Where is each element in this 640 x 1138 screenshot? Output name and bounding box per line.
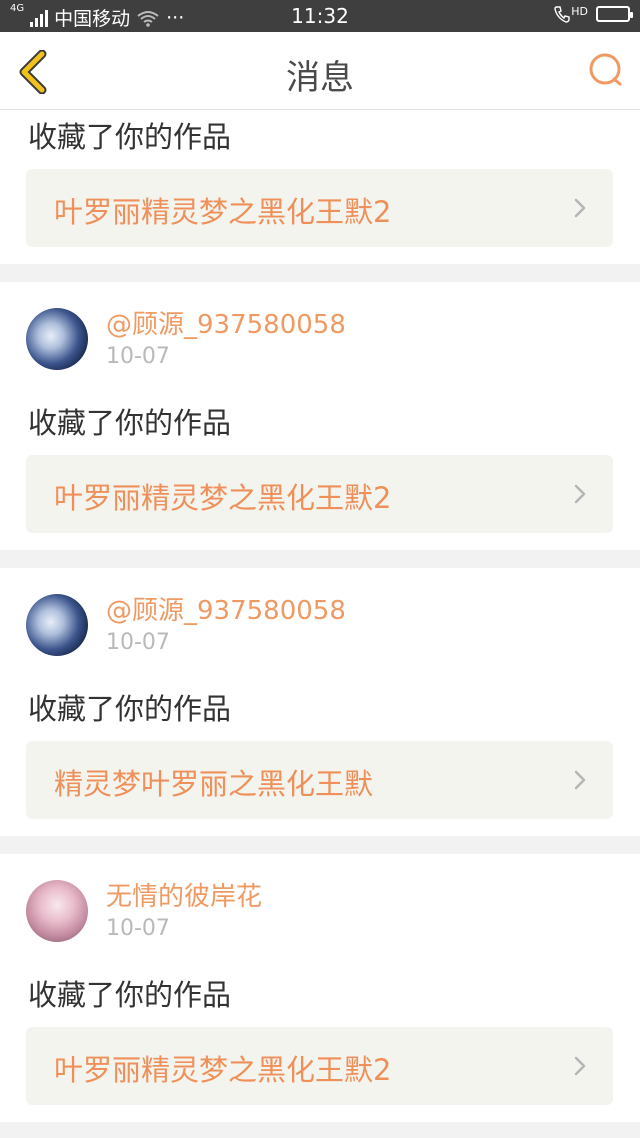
notification-card: @顾源_937580058 10-07 收藏了你的作品 叶罗丽精灵梦之黑化王默2 (0, 282, 640, 550)
user-row: @顾源_937580058 10-07 (26, 308, 616, 370)
notification-action: 收藏了你的作品 (28, 978, 232, 1012)
work-link[interactable]: 叶罗丽精灵梦之黑化王默2 (26, 1027, 613, 1105)
notification-action: 收藏了你的作品 (28, 120, 232, 154)
battery-icon (596, 6, 633, 22)
work-link[interactable]: 叶罗丽精灵梦之黑化王默2 (26, 455, 613, 533)
username[interactable]: @顾源_937580058 (106, 304, 346, 341)
nav-header: 消息 (0, 32, 640, 110)
chevron-right-icon (574, 198, 586, 218)
hd-call-icon: HD (554, 5, 588, 23)
status-right: HD (554, 5, 633, 23)
avatar[interactable] (26, 308, 88, 370)
notification-date: 10-07 (106, 916, 170, 941)
chevron-right-icon (574, 484, 586, 504)
work-link[interactable]: 精灵梦叶罗丽之黑化王默 (26, 741, 613, 819)
work-title: 叶罗丽精灵梦之黑化王默2 (54, 195, 392, 229)
notification-date: 10-07 (106, 344, 170, 369)
work-title: 精灵梦叶罗丽之黑化王默 (54, 767, 374, 801)
page-title: 消息 (286, 58, 354, 98)
avatar[interactable] (26, 880, 88, 942)
username[interactable]: 无情的彼岸花 (106, 876, 262, 913)
username[interactable]: @顾源_937580058 (106, 590, 346, 627)
chevron-right-icon (574, 1056, 586, 1076)
notification-date: 10-07 (106, 630, 170, 655)
avatar[interactable] (26, 594, 88, 656)
chevron-right-icon (574, 770, 586, 790)
user-row: 无情的彼岸花 10-07 (26, 880, 616, 942)
notification-card: 无情的彼岸花 10-07 收藏了你的作品 叶罗丽精灵梦之黑化王默2 (0, 854, 640, 1122)
search-icon (589, 53, 622, 86)
work-title: 叶罗丽精灵梦之黑化王默2 (54, 1053, 392, 1087)
status-bar: 4G 中国移动 ··· 11:32 HD (0, 0, 640, 32)
work-link[interactable]: 叶罗丽精灵梦之黑化王默2 (26, 169, 613, 247)
notification-list: 收藏了你的作品 叶罗丽精灵梦之黑化王默2 @顾源_937580058 10-07… (0, 110, 640, 1122)
notification-card: 收藏了你的作品 叶罗丽精灵梦之黑化王默2 (0, 110, 640, 264)
status-time: 11:32 (291, 4, 349, 28)
notification-action: 收藏了你的作品 (28, 406, 232, 440)
user-row: @顾源_937580058 10-07 (26, 594, 616, 656)
search-button[interactable] (586, 50, 626, 90)
notification-action: 收藏了你的作品 (28, 692, 232, 726)
notification-card: @顾源_937580058 10-07 收藏了你的作品 精灵梦叶罗丽之黑化王默 (0, 568, 640, 836)
work-title: 叶罗丽精灵梦之黑化王默2 (54, 481, 392, 515)
